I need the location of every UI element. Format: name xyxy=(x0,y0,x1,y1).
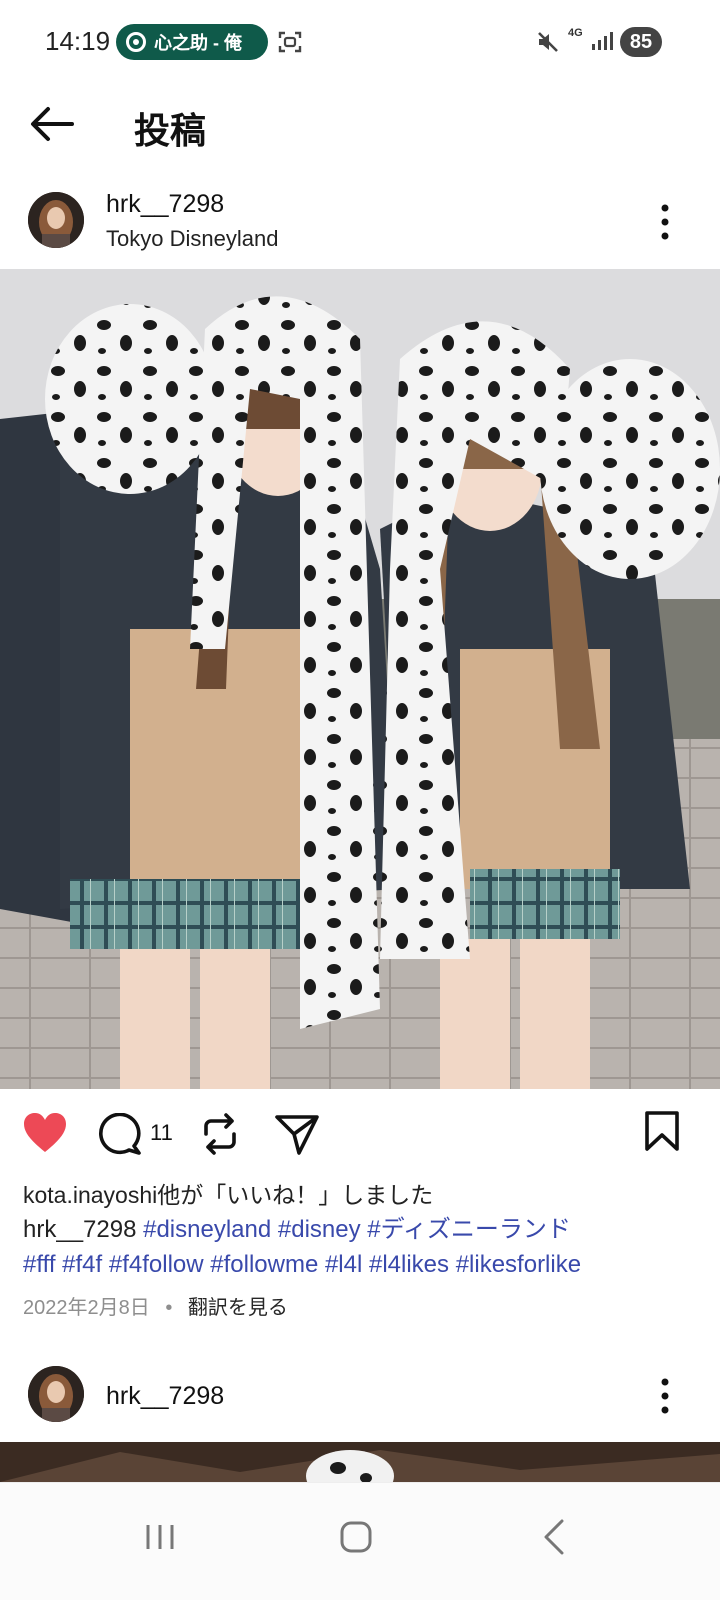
post-username-2[interactable]: hrk__7298 xyxy=(106,1382,224,1411)
heart-icon[interactable] xyxy=(22,1112,68,1154)
page-header: 投稿 xyxy=(0,84,720,164)
arrow-left-icon[interactable] xyxy=(28,104,74,144)
system-nav-bar xyxy=(0,1482,720,1600)
post-header: hrk__7298 Tokyo Disneyland xyxy=(0,176,720,268)
translate-link[interactable]: 翻訳を見る xyxy=(188,1297,288,1319)
screenshot-icon xyxy=(278,31,302,53)
caption-hashtags-line1[interactable]: #disneyland #disney #ディズニーランド xyxy=(143,1216,571,1243)
post-actions: 11 xyxy=(0,1100,720,1170)
battery-indicator: 85 xyxy=(620,27,662,57)
call-pill-label: 心之助 - 俺 xyxy=(154,33,242,53)
post-photo-2[interactable] xyxy=(0,1442,720,1482)
more-options-icon[interactable] xyxy=(656,1376,674,1416)
status-bar: 14:19 心之助 - 俺 4G 85 xyxy=(0,0,720,84)
post-meta: 2022年2月8日 • 翻訳を見る xyxy=(23,1291,288,1320)
page-title: 投稿 xyxy=(134,110,207,151)
comment-count: 11 xyxy=(150,1120,173,1145)
mute-icon xyxy=(538,32,558,52)
post-header-2: hrk__7298 xyxy=(0,1350,720,1442)
share-icon[interactable] xyxy=(274,1112,320,1156)
home-icon[interactable] xyxy=(326,1507,386,1567)
repost-icon[interactable] xyxy=(200,1112,240,1156)
call-pill[interactable]: 心之助 - 俺 xyxy=(116,24,268,60)
network-label: 4G xyxy=(568,27,583,39)
status-time: 14:19 xyxy=(45,26,111,56)
more-options-icon[interactable] xyxy=(656,202,674,242)
post-location[interactable]: Tokyo Disneyland xyxy=(106,226,278,252)
avatar[interactable] xyxy=(28,192,84,248)
caption-hashtags-line2[interactable]: #fff #f4f #f4follow #followme #l4l #l4li… xyxy=(23,1251,581,1278)
post-caption: hrk__7298 #disneyland #disney #ディズニーランド … xyxy=(23,1212,703,1282)
likes-summary[interactable]: kota.inayoshi他が「いいね！」しました xyxy=(23,1176,433,1210)
recent-apps-icon[interactable] xyxy=(130,1507,190,1567)
post-photo[interactable] xyxy=(0,269,720,1089)
post-date: 2022年2月8日 xyxy=(23,1297,150,1319)
signal-icon xyxy=(592,32,613,50)
comment-icon[interactable] xyxy=(98,1113,142,1155)
record-icon xyxy=(126,32,146,52)
separator-dot: • xyxy=(165,1297,173,1319)
bookmark-icon[interactable] xyxy=(644,1110,680,1152)
back-icon[interactable] xyxy=(524,1507,584,1567)
caption-username[interactable]: hrk__7298 xyxy=(23,1216,136,1243)
avatar[interactable] xyxy=(28,1366,84,1422)
post-username[interactable]: hrk__7298 xyxy=(106,190,224,219)
